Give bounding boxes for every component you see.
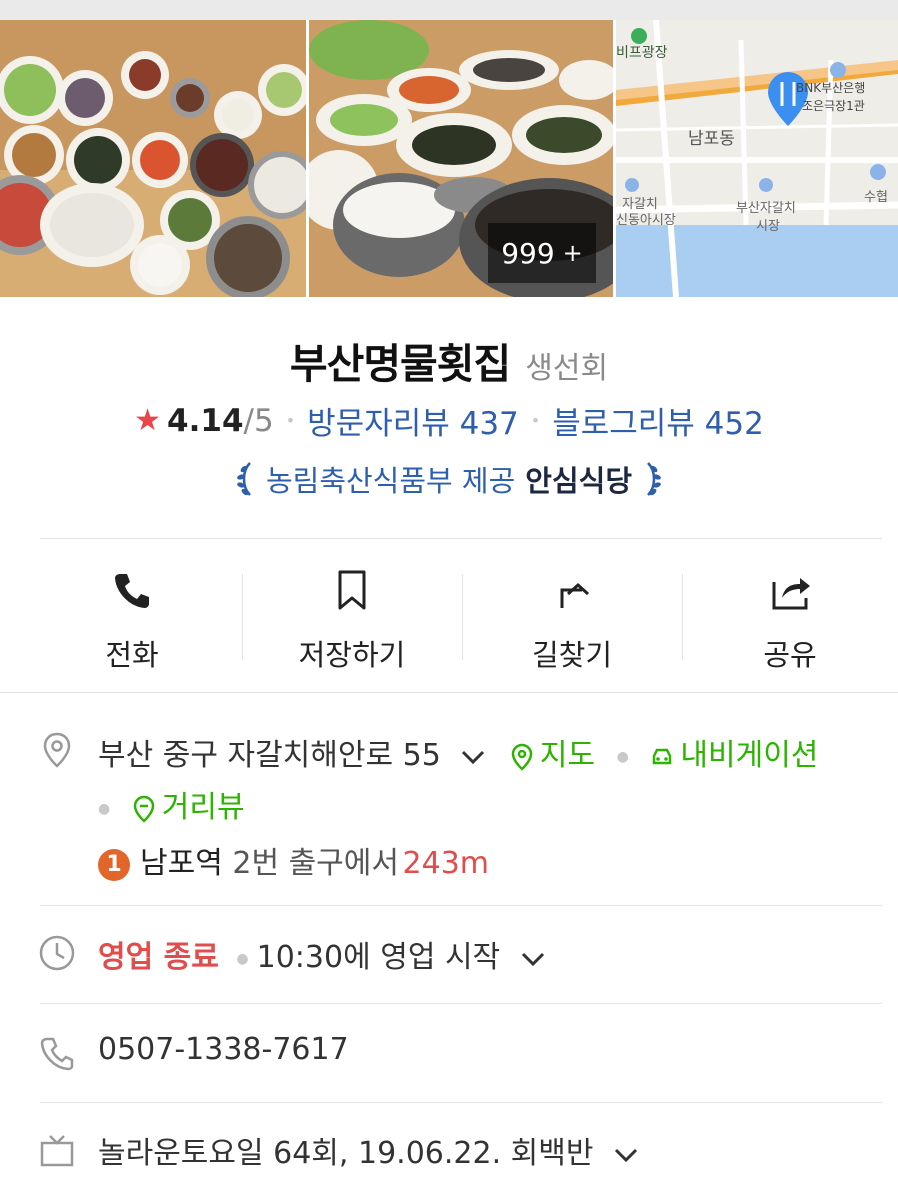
map-preview[interactable]: 비프광장 BNK부산은행 조은극장1관 남포동 자갈치 신동아시장 부산자갈치 … xyxy=(616,20,898,297)
safe-restaurant-badge[interactable]: 농림축산식품부 제공 안심식당 xyxy=(0,458,898,500)
transit-line: 1 남포역 2번 출구에서 243m xyxy=(98,838,489,882)
map-label-market2: 부산자갈치 xyxy=(736,201,796,216)
address-line: 부산 중구 자갈치해안로 55 지도 ● 내비게이션 xyxy=(98,730,818,774)
photo-count-plus: + xyxy=(562,239,583,267)
rating-row: ★ 4.14 /5 • 방문자리뷰 437 • 블로그리뷰 452 xyxy=(0,398,898,443)
phone-outline-icon xyxy=(40,1037,74,1071)
hours-line: 영업 종료 ● 10:30에 영업 시작 xyxy=(98,932,546,976)
next-open-time: 10:30에 영업 시작 xyxy=(256,940,501,975)
laurel-right-icon xyxy=(647,462,661,496)
visitor-reviews-link[interactable]: 방문자리뷰 437 xyxy=(307,398,519,443)
map-label-market1: 자갈치 xyxy=(622,197,658,212)
directions-icon xyxy=(560,582,590,608)
photo-strip[interactable]: 비프광장 BNK부산은행 조은극장1관 남포동 자갈치 신동아시장 부산자갈치 … xyxy=(0,20,898,297)
business-status: 영업 종료 xyxy=(98,940,219,975)
divider xyxy=(0,692,898,693)
save-label: 저장하기 xyxy=(298,638,406,672)
map-link-label: 지도 xyxy=(539,738,596,773)
photo-count-badge[interactable]: 999 + xyxy=(488,223,596,283)
car-icon xyxy=(653,748,672,764)
street-view-label: 거리뷰 xyxy=(161,790,245,825)
directions-button[interactable]: 길찾기 xyxy=(462,540,682,692)
exit-text: 2번 출구에서 xyxy=(232,846,399,881)
divider xyxy=(40,538,882,539)
share-button[interactable]: 공유 xyxy=(680,540,898,692)
phone-section[interactable]: 0507-1338-7617 xyxy=(0,1032,898,1076)
call-button[interactable]: 전화 xyxy=(22,540,242,692)
separator-dot: ● xyxy=(616,748,629,765)
separator-dot: • xyxy=(285,411,296,430)
separator-dot: ● xyxy=(236,950,249,967)
blog-reviews-link[interactable]: 블로그리뷰 452 xyxy=(552,398,764,443)
share-label: 공유 xyxy=(763,638,817,672)
separator-dot: • xyxy=(530,411,541,430)
map-label-market2-b: 시장 xyxy=(756,219,780,234)
map-pin-icon xyxy=(511,743,533,771)
bookmark-icon xyxy=(338,570,366,610)
divider xyxy=(40,1102,882,1103)
clock-icon xyxy=(39,935,75,971)
map-label-district: 남포동 xyxy=(688,129,735,149)
phone-icon xyxy=(115,574,149,608)
street-view-pin-icon xyxy=(133,795,155,823)
map-label-market1-b: 신동아시장 xyxy=(616,213,676,228)
badge-name: 안심식당 xyxy=(525,464,633,498)
place-title-row: 부산명물횟집 생선회 xyxy=(0,330,898,390)
divider xyxy=(40,905,882,906)
navigation-label: 내비게이션 xyxy=(680,738,819,773)
map-label-bank: BNK부산은행 xyxy=(796,80,865,95)
street-view-link[interactable]: 거리뷰 xyxy=(132,790,245,825)
street-view-line: ● 거리뷰 xyxy=(98,782,245,826)
tv-line: 놀라운토요일 64회, 19.06.22. 회백반 xyxy=(98,1128,639,1172)
badge-provider: 농림축산식품부 제공 xyxy=(265,464,516,498)
status-bar xyxy=(0,0,898,20)
phone-number[interactable]: 0507-1338-7617 xyxy=(98,1032,349,1067)
directions-label: 길찾기 xyxy=(531,638,613,672)
star-icon: ★ xyxy=(134,403,162,438)
tv-section[interactable]: 놀라운토요일 64회, 19.06.22. 회백반 xyxy=(0,1128,898,1172)
hours-section[interactable]: 영업 종료 ● 10:30에 영업 시작 xyxy=(0,932,898,980)
rating-max: /5 xyxy=(243,402,274,439)
address-text[interactable]: 부산 중구 자갈치해안로 55 xyxy=(98,738,441,773)
address-section: 부산 중구 자갈치해안로 55 지도 ● 내비게이션 ● 거리뷰 1 남포역 2번… xyxy=(0,728,898,888)
divider xyxy=(40,1003,882,1004)
action-bar: 전화 저장하기 길찾기 공유 xyxy=(0,540,898,692)
place-category: 생선회 xyxy=(525,351,609,386)
call-label: 전화 xyxy=(105,638,159,672)
navigation-link[interactable]: 내비게이션 xyxy=(650,738,818,773)
photo-count-value: 999 xyxy=(501,236,555,270)
rating-value: 4.14 xyxy=(167,402,244,439)
distance: 243m xyxy=(402,846,490,881)
map-label-bank2: 수협 xyxy=(864,190,888,205)
tv-icon xyxy=(40,1135,74,1167)
laurel-left-icon xyxy=(237,462,251,496)
chevron-down-icon[interactable] xyxy=(520,950,546,968)
chevron-down-icon[interactable] xyxy=(613,1146,639,1164)
save-button[interactable]: 저장하기 xyxy=(242,540,462,692)
food-photo-1[interactable] xyxy=(0,20,306,297)
map-label-theater: 조은극장1관 xyxy=(802,99,865,113)
map-link[interactable]: 지도 xyxy=(510,738,605,773)
tv-appearance: 놀라운토요일 64회, 19.06.22. 회백반 xyxy=(98,1136,594,1171)
chevron-down-icon[interactable] xyxy=(460,748,486,766)
map-label-plaza: 비프광장 xyxy=(616,45,668,61)
location-pin-icon xyxy=(43,732,71,768)
station-name: 남포역 xyxy=(140,846,223,881)
separator-dot: ● xyxy=(98,800,111,817)
place-name: 부산명물횟집 xyxy=(289,340,511,388)
share-icon xyxy=(772,578,810,610)
subway-line-badge: 1 xyxy=(98,848,130,881)
